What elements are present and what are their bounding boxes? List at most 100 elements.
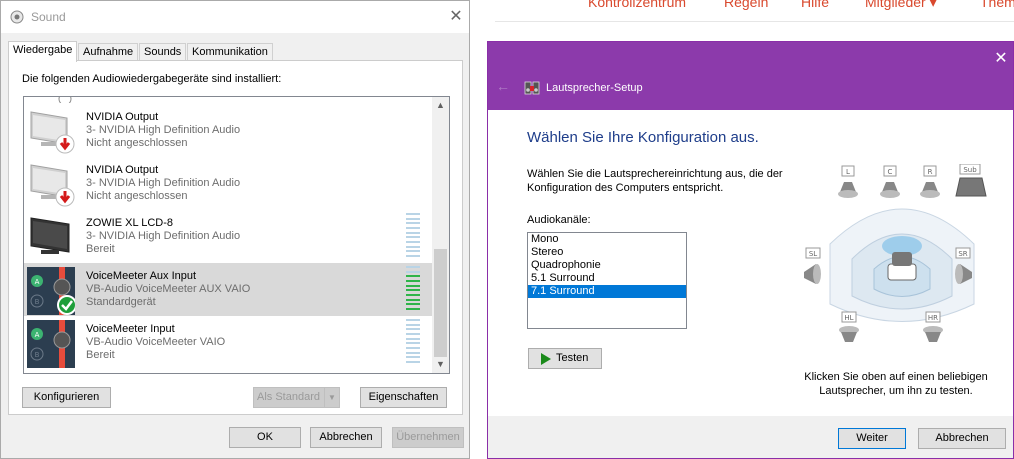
configure-button[interactable]: Konfigurieren	[22, 387, 111, 408]
scroll-down-icon[interactable]: ▼	[432, 356, 449, 373]
nav-regeln[interactable]: Regeln	[724, 0, 768, 10]
device-list-scrollbar[interactable]: ▲ ▼	[432, 97, 449, 373]
set-default-button[interactable]: Als Standard ▼	[253, 387, 340, 408]
channels-label: Audiokanäle:	[527, 214, 591, 226]
svg-text:R: R	[928, 168, 933, 176]
list-item[interactable]: A B VoiceMeeter Input VB-Audio VoiceMeet…	[24, 316, 432, 369]
device-status: Bereit	[86, 349, 115, 361]
voicemeeter-icon: A B	[27, 320, 75, 368]
speaker-device-icon	[58, 97, 72, 103]
svg-text:B: B	[35, 351, 40, 359]
set-default-label: Als Standard	[257, 391, 320, 403]
playback-panel: Die folgenden Audiowiedergabegeräte sind…	[8, 60, 463, 415]
next-button[interactable]: Weiter	[838, 428, 906, 449]
svg-text:A: A	[35, 278, 40, 286]
close-icon[interactable]: ✕	[993, 48, 1009, 68]
speaker-test-hint: Klicken Sie oben auf einen beliebigen La…	[804, 371, 988, 397]
test-button[interactable]: Testen	[528, 348, 602, 369]
play-icon	[541, 353, 551, 365]
monitor-icon	[30, 217, 70, 254]
sound-dialog: Sound ✕ Wiedergabe Aufnahme Sounds Kommu…	[0, 0, 470, 459]
speaker-rear-right[interactable]: HR	[923, 311, 943, 342]
setup-title: Lautsprecher-Setup	[546, 82, 643, 94]
speaker-icon	[10, 10, 24, 24]
nav-themen[interactable]: Them	[980, 0, 1014, 10]
tab-kommunikation[interactable]: Kommunikation	[187, 43, 273, 61]
list-item[interactable]: A B VoiceMeeter Aux Input VB-Audio Voice…	[24, 263, 432, 316]
scroll-up-icon[interactable]: ▲	[432, 97, 449, 114]
speaker-setup-icon	[524, 81, 540, 95]
device-name: NVIDIA Output	[86, 164, 159, 176]
speaker-rear-left[interactable]: HL	[839, 311, 859, 342]
svg-text:HR: HR	[928, 314, 938, 322]
svg-text:A: A	[35, 331, 40, 339]
device-name: ZOWIE XL LCD-8	[86, 217, 173, 229]
setup-header: ✕ ← Lautsprecher-Setup	[488, 42, 1013, 110]
volume-meter	[406, 213, 420, 257]
device-driver: 3- NVIDIA High Definition Audio	[86, 124, 241, 136]
svg-text:SR: SR	[958, 250, 967, 258]
setup-content: Wählen Sie Ihre Konfiguration aus. Wähle…	[488, 110, 1013, 416]
nav-kontrollzentrum[interactable]: Kontrollzentrum	[588, 0, 686, 10]
setup-heading: Wählen Sie Ihre Konfiguration aus.	[527, 129, 759, 146]
tab-wiedergabe[interactable]: Wiedergabe	[8, 41, 78, 62]
apply-button[interactable]: Übernehmen	[392, 427, 464, 448]
channel-option[interactable]: 5.1 Surround	[528, 272, 686, 285]
setup-description: Wählen Sie die Lautsprechereinrichtung a…	[527, 168, 783, 194]
volume-meter	[406, 266, 420, 310]
test-label: Testen	[556, 352, 589, 364]
channel-option[interactable]: Mono	[528, 233, 686, 246]
chevron-down-icon[interactable]: ▼	[324, 388, 339, 407]
speaker-subwoofer[interactable]: Sub	[955, 164, 987, 197]
sound-titlebar: Sound ✕	[1, 1, 469, 33]
nav-mitglieder[interactable]: Mitglieder ▾	[865, 0, 937, 11]
device-name: VoiceMeeter Input	[86, 323, 175, 335]
setup-cancel-button[interactable]: Abbrechen	[918, 428, 1006, 449]
back-arrow-icon[interactable]: ←	[496, 78, 510, 94]
close-icon[interactable]: ✕	[445, 6, 467, 28]
voicemeeter-icon: A B	[27, 267, 75, 315]
setup-footer: Weiter Abbrechen	[488, 416, 1013, 458]
volume-meter	[406, 319, 420, 363]
device-name: VoiceMeeter Aux Input	[86, 270, 197, 282]
device-status: Nicht angeschlossen	[86, 190, 188, 202]
playback-heading: Die folgenden Audiowiedergabegeräte sind…	[22, 73, 282, 85]
list-item[interactable]: ZOWIE XL LCD-8 3- NVIDIA High Definition…	[24, 210, 432, 263]
channel-option[interactable]: Quadrophonie	[528, 259, 686, 272]
device-driver: 3- NVIDIA High Definition Audio	[86, 177, 241, 189]
sound-title: Sound	[31, 10, 66, 24]
list-item[interactable]	[24, 97, 432, 104]
svg-text:C: C	[888, 168, 893, 176]
device-list[interactable]: NVIDIA Output 3- NVIDIA High Definition …	[23, 96, 450, 374]
tab-aufnahme[interactable]: Aufnahme	[78, 43, 139, 61]
speaker-front-right[interactable]: R	[920, 165, 940, 198]
channels-listbox[interactable]: Mono Stereo Quadrophonie 5.1 Surround 7.…	[527, 232, 687, 329]
nav-hilfe[interactable]: Hilfe	[801, 0, 829, 10]
cancel-button[interactable]: Abbrechen	[310, 427, 382, 448]
list-item[interactable]: NVIDIA Output 3- NVIDIA High Definition …	[24, 104, 432, 157]
scrollbar-thumb[interactable]	[434, 249, 447, 357]
svg-text:Sub: Sub	[963, 166, 977, 174]
channel-option[interactable]: Stereo	[528, 246, 686, 259]
list-item[interactable]: NVIDIA Output 3- NVIDIA High Definition …	[24, 157, 432, 210]
speaker-setup-dialog: ✕ ← Lautsprecher-Setup Wählen Sie Ihre K…	[487, 41, 1014, 459]
svg-text:L: L	[846, 168, 850, 176]
ok-button[interactable]: OK	[229, 427, 301, 448]
speaker-center[interactable]: C	[880, 165, 900, 198]
website-nav: Kontrollzentrum Regeln Hilfe Mitglieder …	[495, 0, 1014, 22]
speaker-layout-diagram: L C R Sub SL SR HL HR	[804, 164, 987, 342]
device-status: Nicht angeschlossen	[86, 137, 188, 149]
device-status: Standardgerät	[86, 296, 156, 308]
monitor-icon	[30, 164, 75, 207]
device-name: NVIDIA Output	[86, 111, 159, 123]
properties-button[interactable]: Eigenschaften	[360, 387, 447, 408]
device-status: Bereit	[86, 243, 115, 255]
channel-option-selected[interactable]: 7.1 Surround	[528, 285, 686, 298]
speaker-side-left[interactable]: SL	[804, 247, 821, 284]
speaker-front-left[interactable]: L	[838, 165, 858, 198]
svg-text:SL: SL	[809, 250, 817, 258]
svg-text:B: B	[35, 298, 40, 306]
tab-sounds[interactable]: Sounds	[139, 43, 187, 61]
monitor-icon	[30, 111, 75, 154]
device-driver: VB-Audio VoiceMeeter AUX VAIO	[86, 283, 251, 295]
